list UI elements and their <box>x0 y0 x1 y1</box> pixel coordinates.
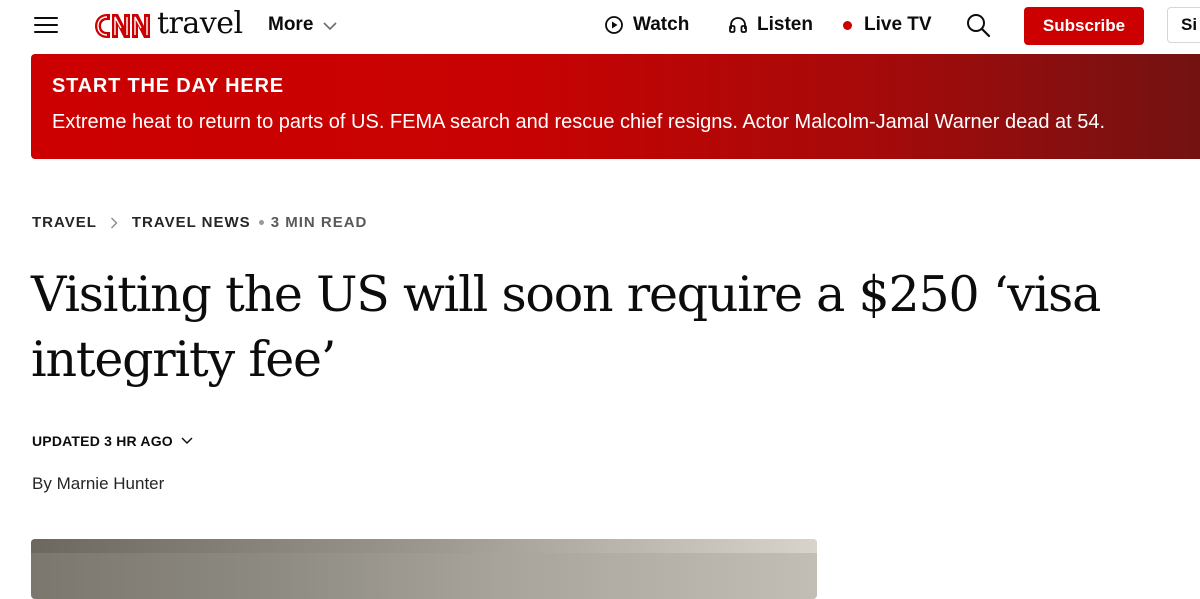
cnn-travel-logo[interactable]: travel <box>93 9 243 43</box>
site-header: travel More Watch Listen Live TV Subscri… <box>0 0 1200 52</box>
menu-icon[interactable] <box>34 14 58 36</box>
watch-link[interactable]: Watch <box>604 14 689 36</box>
subscribe-button[interactable]: Subscribe <box>1024 7 1144 45</box>
live-tv-label: Live TV <box>864 14 932 35</box>
byline-prefix: By <box>32 474 52 493</box>
listen-label: Listen <box>757 14 813 35</box>
live-tv-link[interactable]: Live TV <box>843 14 932 36</box>
hero-image <box>31 539 817 599</box>
chevron-down-icon <box>323 21 337 30</box>
chevron-down-icon <box>181 437 193 444</box>
more-menu[interactable]: More <box>268 14 337 36</box>
author-link[interactable]: Marnie Hunter <box>57 474 165 493</box>
chevron-right-icon <box>110 217 118 229</box>
start-the-day-banner[interactable]: START THE DAY HERE Extreme heat to retur… <box>31 54 1200 159</box>
banner-title: START THE DAY HERE <box>52 75 284 97</box>
hero-image-ceiling <box>31 539 817 553</box>
cnn-logo <box>95 14 150 38</box>
article-headline: Visiting the US will soon require a $250… <box>31 266 1101 388</box>
logo-section-text: travel <box>157 6 243 41</box>
sign-in-button[interactable]: Si <box>1167 7 1200 43</box>
separator-dot-icon <box>258 220 264 225</box>
byline: By Marnie Hunter <box>32 474 164 494</box>
breadcrumb-travel-link[interactable]: TRAVEL <box>32 214 97 231</box>
live-dot-icon <box>843 20 852 30</box>
more-label: More <box>268 14 314 35</box>
breadcrumb-travel-news-link[interactable]: TRAVEL NEWS <box>132 214 251 231</box>
updated-timestamp-toggle[interactable]: UPDATED 3 HR AGO <box>32 433 193 449</box>
banner-headlines: Extreme heat to return to parts of US. F… <box>52 111 1106 133</box>
play-icon <box>605 16 623 34</box>
breadcrumb: TRAVEL TRAVEL NEWS 3 MIN READ <box>32 214 367 231</box>
headphones-icon <box>729 17 747 33</box>
listen-link[interactable]: Listen <box>728 14 813 36</box>
search-icon[interactable] <box>965 12 991 38</box>
read-time: 3 MIN READ <box>270 214 368 231</box>
watch-label: Watch <box>633 14 690 35</box>
updated-timestamp: UPDATED 3 HR AGO <box>32 433 173 449</box>
